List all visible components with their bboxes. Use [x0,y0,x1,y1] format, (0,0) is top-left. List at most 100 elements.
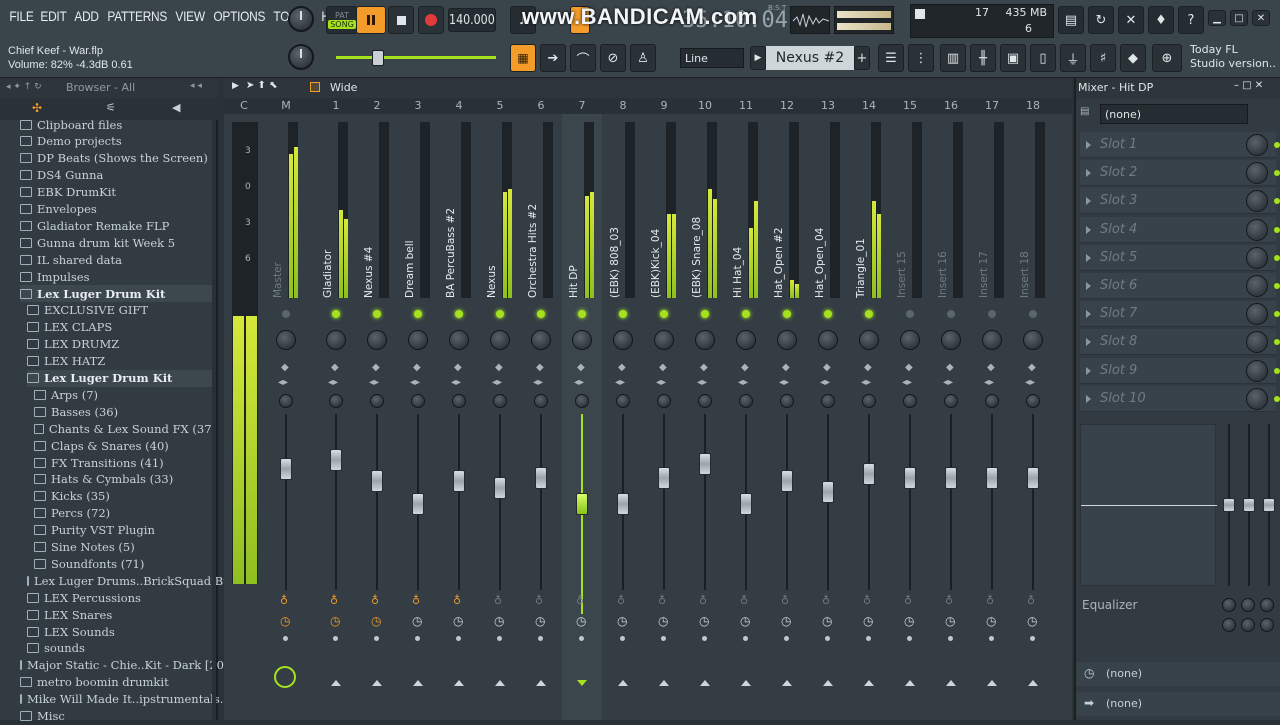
channel-prev-button[interactable]: ▶ [750,46,766,70]
route-dot[interactable] [538,636,543,641]
swap-channels-icon[interactable]: ◂▸ [738,377,748,388]
effect-slot[interactable]: Slot 6 [1080,273,1280,299]
channel-rack-button[interactable]: ▥ [940,44,966,72]
send-icon[interactable]: ♁ [453,594,461,607]
slot-mix-knob[interactable] [1246,246,1268,269]
track-enable-led[interactable] [619,310,627,318]
route-dot[interactable] [948,636,953,641]
swap-channels-icon[interactable]: ◂▸ [984,377,994,388]
slot-expand-icon[interactable] [1086,253,1091,262]
slot-mix-knob[interactable] [1246,303,1268,326]
tempo-tap-button[interactable]: ♯ [1090,44,1116,72]
browser-sort-icon[interactable]: ⚟ [106,101,116,114]
mixer-track-17[interactable]: Insert 17 ◆ ◂▸ ♁ ◷ [972,114,1012,720]
browser-folder[interactable]: Percs (72) [34,505,216,522]
browser-folder[interactable]: sounds [27,640,216,657]
news-panel[interactable]: Today FL Studio version.. [1190,43,1276,71]
volume-fader[interactable] [453,470,465,493]
cpu-graph-button[interactable]: ▤ [1058,6,1084,34]
slot-mix-knob[interactable] [1246,387,1268,410]
store-button[interactable]: ⊕ [1152,44,1182,72]
route-arrow-icon[interactable] [618,680,628,686]
send-icon[interactable]: ♁ [412,594,420,607]
mixer-track-2[interactable]: Nexus #4 ◆ ◂▸ ♁ ◷ [357,114,397,720]
route-arrow-icon[interactable] [987,680,997,686]
slot-enable-led[interactable] [1274,226,1280,233]
route-arrow-icon[interactable] [454,680,464,686]
stereo-separation-icon[interactable]: ◆ [577,362,585,373]
panel-window-icons[interactable]: – □ ✕ [1234,80,1263,91]
volume-fader[interactable] [658,466,670,489]
effect-slot[interactable]: Slot 7 [1080,301,1280,328]
browser-folder[interactable]: LEX DRUMZ [27,336,216,353]
browser-folder[interactable]: FX Transitions (41) [34,454,216,471]
swap-channels-icon[interactable]: ◂▸ [533,377,543,388]
slot-enable-led[interactable] [1274,339,1280,346]
effect-slot[interactable]: Slot 4 [1080,216,1280,243]
stereo-knob[interactable] [411,394,425,408]
latency-icon[interactable]: ◷ [699,614,709,628]
slot-enable-led[interactable] [1274,311,1280,318]
route-dot[interactable] [661,636,666,641]
route-arrow-icon[interactable] [700,680,710,686]
route-dot[interactable] [283,636,288,641]
menu-file[interactable]: FILE [6,8,37,24]
browser-folder[interactable]: Lex Luger Drum Kit [20,285,216,302]
slot-mix-knob[interactable] [1246,359,1268,382]
stereo-separation-icon[interactable]: ◆ [331,362,339,373]
stereo-separation-icon[interactable]: ◆ [864,362,872,373]
browser-folder[interactable]: Hats & Cymbals (33) [34,471,216,488]
send-icon[interactable]: ♁ [494,594,502,607]
mixer-button[interactable]: ╫ [970,44,996,72]
fader-track[interactable] [991,414,993,590]
slot-mix-knob[interactable] [1246,190,1268,213]
route-arrow-icon[interactable] [536,680,546,686]
route-dot[interactable] [333,636,338,641]
stereo-separation-icon[interactable]: ◆ [987,362,995,373]
refresh-button[interactable]: ↻ [1088,6,1114,34]
mixer-track-15[interactable]: Insert 15 ◆ ◂▸ ♁ ◷ [890,114,930,720]
stereo-separation-icon[interactable]: ◆ [281,362,289,373]
plugin-button[interactable]: ⏚ [1060,44,1086,72]
send-icon[interactable]: ♁ [863,594,871,607]
stereo-separation-icon[interactable]: ◆ [741,362,749,373]
menu-view[interactable]: VIEW [172,8,208,24]
stereo-knob[interactable] [657,394,671,408]
volume-fader[interactable] [412,493,424,516]
latency-icon[interactable]: ◷ [945,614,955,628]
route-dot[interactable] [579,636,584,641]
track-enable-led[interactable] [332,310,340,318]
route-arrow-icon[interactable] [905,680,915,686]
latency-icon[interactable]: ◷ [658,614,668,628]
stereo-knob[interactable] [329,394,343,408]
volume-fader[interactable] [535,466,547,489]
stereo-separation-icon[interactable]: ◆ [495,362,503,373]
stereo-separation-icon[interactable]: ◆ [618,362,626,373]
slot-expand-icon[interactable] [1086,225,1091,234]
route-arrow-icon[interactable] [782,680,792,686]
maximize-button[interactable]: □ [1230,10,1248,26]
tools-button[interactable]: ✕ [1118,6,1144,34]
piano-roll-button[interactable]: ⋮ [908,44,934,72]
record-button[interactable] [418,6,444,34]
pan-knob[interactable] [531,330,551,350]
effect-slot[interactable]: Slot 8 [1080,329,1280,356]
browser-folder[interactable]: LEX HATZ [27,353,216,370]
browser-folder[interactable]: Major Static - Chie..Kit - Dark [2021] [20,657,243,674]
route-dot[interactable] [743,636,748,641]
stereo-separation-icon[interactable]: ◆ [413,362,421,373]
stereo-separation-icon[interactable]: ◆ [823,362,831,373]
track-enable-led[interactable] [865,310,873,318]
swap-channels-icon[interactable]: ◂▸ [328,377,338,388]
volume-fader[interactable] [699,452,711,475]
route-arrow-icon[interactable] [577,680,587,686]
mixer-track-16[interactable]: Insert 16 ◆ ◂▸ ♁ ◷ [931,114,971,720]
swap-channels-icon[interactable]: ◂▸ [1025,377,1035,388]
slot-enable-led[interactable] [1274,142,1280,148]
slot-enable-led[interactable] [1274,395,1280,402]
stamp-button[interactable]: ♙ [630,44,656,72]
fader-track[interactable] [1032,414,1034,590]
slot-mix-knob[interactable] [1246,134,1268,156]
volume-fader[interactable] [1027,466,1039,489]
swap-channels-icon[interactable]: ◂▸ [656,377,666,388]
